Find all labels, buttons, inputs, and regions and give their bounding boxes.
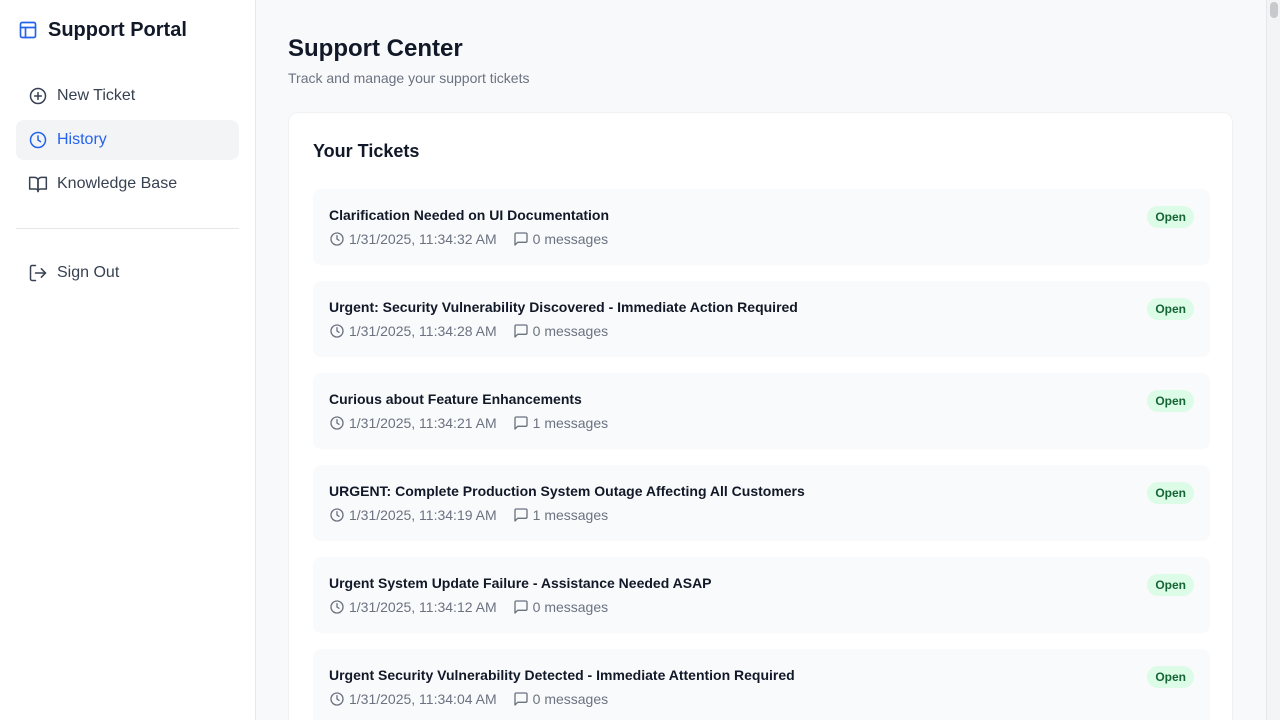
sign-out-label: Sign Out xyxy=(57,264,120,281)
ticket-item[interactable]: Curious about Feature Enhancements 1/31/… xyxy=(313,373,1210,449)
sidebar-item-knowledge-base[interactable]: Knowledge Base xyxy=(16,164,239,204)
message-icon xyxy=(513,599,529,615)
ticket-title: Clarification Needed on UI Documentation xyxy=(329,207,610,223)
vertical-scrollbar[interactable] xyxy=(1266,0,1280,720)
ticket-message-count: 0 messages xyxy=(532,323,609,339)
sign-out-button[interactable]: Sign Out xyxy=(16,253,239,293)
layout-icon xyxy=(18,20,38,40)
message-icon xyxy=(513,691,529,707)
ticket-title: Urgent: Security Vulnerability Discovere… xyxy=(329,299,798,315)
brand[interactable]: Support Portal xyxy=(18,18,187,42)
status-badge: Open xyxy=(1147,390,1194,412)
ticket-meta: 1/31/2025, 11:34:28 AM 0 messages xyxy=(329,323,608,339)
ticket-title: URGENT: Complete Production System Outag… xyxy=(329,483,805,499)
tickets-card: Your Tickets Clarification Needed on UI … xyxy=(288,112,1233,720)
ticket-message-count: 1 messages xyxy=(532,507,609,523)
ticket-message-count: 1 messages xyxy=(532,415,609,431)
clock-icon xyxy=(329,507,345,523)
ticket-title: Urgent System Update Failure - Assistanc… xyxy=(329,575,712,591)
ticket-meta: 1/31/2025, 11:34:19 AM 1 messages xyxy=(329,507,608,523)
sign-out-section: Sign Out xyxy=(16,253,239,297)
ticket-timestamp: 1/31/2025, 11:34:21 AM xyxy=(349,415,497,431)
status-badge: Open xyxy=(1147,206,1194,228)
ticket-meta: 1/31/2025, 11:34:21 AM 1 messages xyxy=(329,415,608,431)
ticket-timestamp: 1/31/2025, 11:34:12 AM xyxy=(349,599,497,615)
status-badge: Open xyxy=(1147,298,1194,320)
clock-icon xyxy=(329,415,345,431)
ticket-list: Clarification Needed on UI Documentation… xyxy=(313,189,1210,720)
clock-icon xyxy=(329,599,345,615)
page-title: Support Center xyxy=(288,35,463,62)
message-icon xyxy=(513,231,529,247)
sidebar-item-label: New Ticket xyxy=(57,87,136,104)
brand-title: Support Portal xyxy=(48,18,187,41)
ticket-message-count: 0 messages xyxy=(532,231,609,247)
sidebar-item-history[interactable]: History xyxy=(16,120,239,160)
main-content: Support Center Track and manage your sup… xyxy=(256,0,1266,720)
ticket-item[interactable]: Urgent Security Vulnerability Detected -… xyxy=(313,649,1210,720)
book-icon xyxy=(28,174,48,194)
ticket-item[interactable]: Urgent System Update Failure - Assistanc… xyxy=(313,557,1210,633)
ticket-timestamp: 1/31/2025, 11:34:04 AM xyxy=(349,691,497,707)
clock-icon xyxy=(329,691,345,707)
scrollbar-thumb[interactable] xyxy=(1270,2,1278,18)
ticket-item[interactable]: Urgent: Security Vulnerability Discovere… xyxy=(313,281,1210,357)
sidebar-item-label: History xyxy=(57,131,107,148)
status-badge: Open xyxy=(1147,666,1194,688)
sidebar-item-new-ticket[interactable]: New Ticket xyxy=(16,76,239,116)
ticket-meta: 1/31/2025, 11:34:32 AM 0 messages xyxy=(329,231,608,247)
status-badge: Open xyxy=(1147,574,1194,596)
status-badge: Open xyxy=(1147,482,1194,504)
message-icon xyxy=(513,323,529,339)
sidebar-nav: New Ticket History Knowledge Base xyxy=(16,76,239,208)
message-icon xyxy=(513,507,529,523)
ticket-timestamp: 1/31/2025, 11:34:28 AM xyxy=(349,323,497,339)
nav-divider xyxy=(16,228,239,229)
tickets-card-title: Your Tickets xyxy=(313,141,420,161)
ticket-timestamp: 1/31/2025, 11:34:32 AM xyxy=(349,231,497,247)
clock-icon xyxy=(28,130,48,150)
ticket-item[interactable]: URGENT: Complete Production System Outag… xyxy=(313,465,1210,541)
sidebar-item-label: Knowledge Base xyxy=(57,175,178,192)
ticket-message-count: 0 messages xyxy=(532,599,609,615)
log-out-icon xyxy=(28,263,48,283)
ticket-item[interactable]: Clarification Needed on UI Documentation… xyxy=(313,189,1210,265)
ticket-title: Curious about Feature Enhancements xyxy=(329,391,582,407)
plus-circle-icon xyxy=(28,86,48,106)
ticket-message-count: 0 messages xyxy=(532,691,609,707)
message-icon xyxy=(513,415,529,431)
sidebar: Support Portal New Ticket History Knowle… xyxy=(0,0,256,720)
ticket-meta: 1/31/2025, 11:34:04 AM 0 messages xyxy=(329,691,608,707)
ticket-timestamp: 1/31/2025, 11:34:19 AM xyxy=(349,507,497,523)
page-subtitle: Track and manage your support tickets xyxy=(288,70,530,86)
ticket-meta: 1/31/2025, 11:34:12 AM 0 messages xyxy=(329,599,608,615)
clock-icon xyxy=(329,231,345,247)
clock-icon xyxy=(329,323,345,339)
ticket-title: Urgent Security Vulnerability Detected -… xyxy=(329,667,795,683)
